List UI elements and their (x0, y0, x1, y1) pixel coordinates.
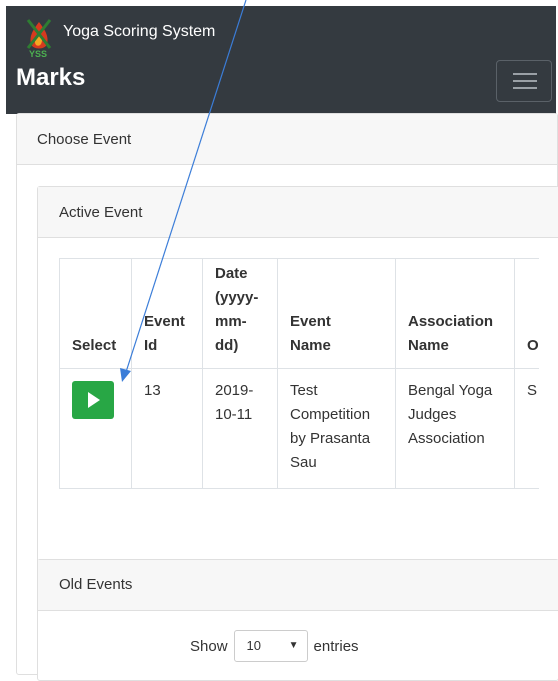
choose-event-header: Choose Event (17, 114, 557, 165)
col-select: Select (59, 258, 132, 369)
select-cell (59, 368, 132, 489)
brand-name[interactable]: Yoga Scoring System (63, 23, 215, 41)
col-date: Date (yyyy-mm-dd) (202, 258, 278, 369)
date-cell: 2019-10-11 (202, 368, 278, 489)
col-clipped: O (513, 258, 539, 369)
table-row: 13 2019-10-11 Test Competition by Prasan… (59, 368, 539, 489)
select-event-play-button[interactable] (72, 381, 114, 419)
col-event-id: Event Id (131, 258, 203, 369)
association-cell: Bengal Yoga Judges Association (395, 368, 515, 489)
svg-text:YSS: YSS (29, 49, 47, 58)
caret-down-icon: ▼ (288, 640, 299, 651)
entries-select[interactable]: 10 ▼ (233, 630, 308, 662)
active-event-table: Select Event Id Date (yyyy-mm-dd) Event … (59, 258, 539, 489)
active-event-header: Active Event (38, 187, 558, 238)
show-label: Show (190, 637, 228, 655)
hamburger-icon (513, 73, 537, 75)
menu-toggle-button[interactable] (496, 60, 552, 102)
entries-length-control: Show 10 ▼ entries (190, 630, 359, 662)
choose-event-card: Choose Event Active Event Select Event I… (16, 113, 558, 681)
yss-logo-icon: YSS (26, 19, 52, 58)
col-association-name: Association Name (395, 258, 515, 369)
col-event-name: Event Name (277, 258, 396, 369)
old-events-header: Old Events (38, 560, 558, 611)
entries-label: entries (313, 637, 359, 655)
event-id-cell: 13 (131, 368, 203, 489)
event-name-cell: Test Competition by Prasanta Sau (277, 368, 396, 489)
clipped-cell: S (513, 368, 539, 489)
page-title: Marks (16, 64, 86, 91)
top-navbar: YSS Yoga Scoring System Marks (6, 6, 556, 114)
table-header-row: Select Event Id Date (yyyy-mm-dd) Event … (59, 258, 539, 369)
old-events-card: Old Events Show 10 ▼ entries (37, 559, 558, 681)
